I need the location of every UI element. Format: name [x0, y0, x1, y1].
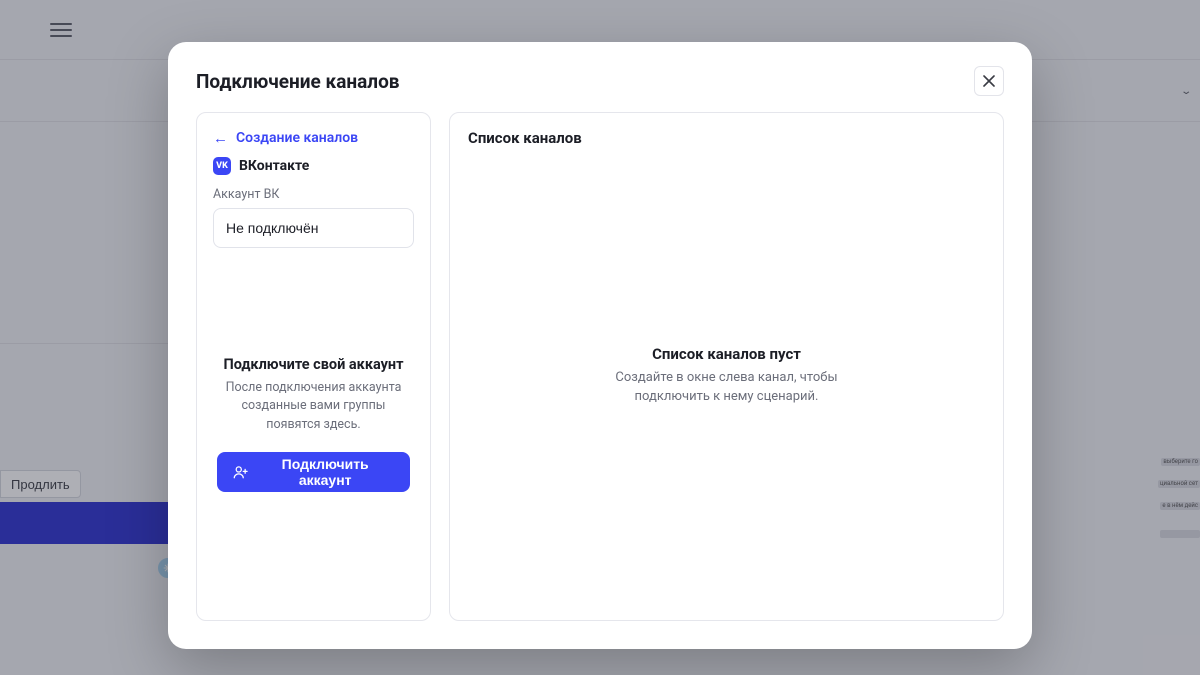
- arrow-left-icon: ←: [213, 129, 228, 147]
- back-link-label: Создание каналов: [236, 130, 358, 146]
- channels-list-panel: Список каналов Список каналов пуст Созда…: [449, 112, 1004, 621]
- channels-list-title: Список каналов: [468, 129, 985, 147]
- account-field-label: Аккаунт ВК: [213, 187, 414, 202]
- channels-empty-title: Список каналов пуст: [652, 345, 801, 363]
- user-plus-icon: [233, 464, 248, 480]
- selected-channel: VK ВКонтакте: [213, 157, 414, 175]
- channels-empty-subtitle: Создайте в окне слева канал, чтобы подкл…: [577, 369, 877, 407]
- create-channel-panel: ← Создание каналов VK ВКонтакте Аккаунт …: [196, 112, 431, 621]
- vk-icon: VK: [213, 157, 231, 175]
- close-button[interactable]: [974, 66, 1004, 96]
- connect-account-button[interactable]: Подключить аккаунт: [217, 452, 410, 492]
- connect-account-button-label: Подключить аккаунт: [256, 456, 394, 488]
- connect-channels-modal: Подключение каналов ← Создание каналов V…: [168, 42, 1032, 649]
- channel-name: ВКонтакте: [239, 158, 309, 174]
- close-icon: [983, 75, 995, 87]
- connect-account-subtitle: После подключения аккаунта созданные вам…: [217, 379, 410, 433]
- back-link[interactable]: ← Создание каналов: [213, 129, 414, 147]
- modal-title: Подключение каналов: [196, 70, 400, 93]
- account-status-field[interactable]: [213, 208, 414, 248]
- connect-account-title: Подключите свой аккаунт: [223, 356, 403, 373]
